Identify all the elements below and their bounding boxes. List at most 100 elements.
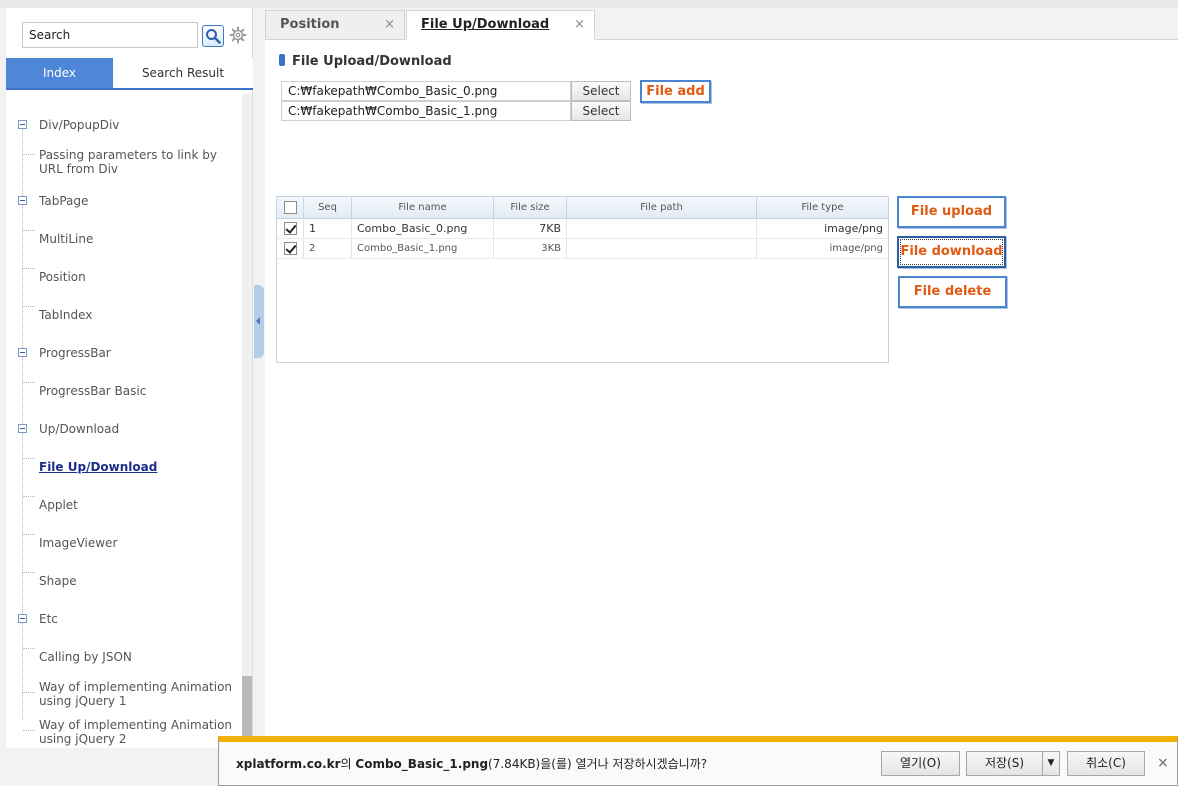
tab-search-result[interactable]: Search Result [113,58,253,88]
tree-connector [23,572,35,573]
close-icon[interactable]: × [1157,755,1169,771]
main-panel: Position × File Up/Download × File Uploa… [265,8,1178,748]
collapse-icon[interactable] [18,120,27,129]
cell-seq: 1 [304,219,352,239]
tree-item-calling-by-json[interactable]: Calling by JSON [39,650,234,664]
search-button[interactable] [202,25,224,47]
cell-file-name: Combo_Basic_1.png [352,239,494,259]
window-top-strip [0,0,1178,8]
tree-item-position[interactable]: Position [39,270,234,284]
select-all-checkbox[interactable] [284,201,297,214]
file-delete-button[interactable]: File delete [898,276,1007,308]
sidebar-scrollbar[interactable] [242,94,252,746]
collapse-icon[interactable] [18,614,27,623]
file-grid: Seq File name File size File path File t… [276,196,889,363]
row-checkbox[interactable] [284,242,297,255]
tree-folder-etc[interactable]: Etc [39,612,234,626]
download-site: xplatform.co.kr [236,757,341,771]
tree-connector [23,496,35,497]
title-bullet-icon [279,54,285,66]
select-file-button[interactable]: Select [571,81,631,101]
download-particle: 의 [340,757,356,771]
cell-file-name: Combo_Basic_0.png [352,219,494,239]
grid-header-file-type: File type [757,197,888,219]
tree-connector [23,692,35,693]
download-question: (7.84KB)을(를) 열거나 저장하시겠습니까? [488,757,708,771]
tree-folder-progressbar[interactable]: ProgressBar [39,346,234,360]
file-download-button[interactable]: File download [897,236,1006,268]
select-file-button[interactable]: Select [571,101,631,121]
table-row [277,219,304,239]
tree-connector [23,230,35,231]
cell-file-path [567,239,757,259]
tree-connector [23,382,35,383]
tab-file-up-download[interactable]: File Up/Download × [406,10,595,40]
open-button[interactable]: 열기(O) [881,751,960,776]
tree-item-imageviewer[interactable]: ImageViewer [39,536,234,550]
grid-header-check [277,197,304,219]
tab-index[interactable]: Index [6,58,113,88]
cell-file-type: image/png [757,239,888,259]
tree-item-multiline[interactable]: MultiLine [39,232,234,246]
table-row [277,239,304,259]
tree-folder-tabpage[interactable]: TabPage [39,194,234,208]
cell-file-path [567,219,757,239]
tree-item-shape[interactable]: Shape [39,574,234,588]
tree-connector [23,154,35,155]
grid-header-file-path: File path [567,197,757,219]
tree-connector [22,120,23,720]
close-icon[interactable]: × [384,11,395,39]
tree-folder-up-download[interactable]: Up/Download [39,422,234,436]
tree-connector [23,268,35,269]
file-upload-button[interactable]: File upload [897,196,1006,228]
tree-item-passing-parameters[interactable]: Passing parameters to link by URL from D… [39,148,234,176]
save-options-dropdown[interactable]: ▼ [1042,751,1060,776]
cell-seq: 2 [304,239,352,259]
collapse-icon[interactable] [18,424,27,433]
tree-item-progressbar-basic[interactable]: ProgressBar Basic [39,384,234,398]
close-icon[interactable]: × [574,11,585,39]
save-button[interactable]: 저장(S) [966,751,1043,776]
download-message: xplatform.co.kr의 Combo_Basic_1.png(7.84K… [236,755,707,772]
page-title: File Upload/Download [279,54,452,69]
grid-header-file-name: File name [352,197,494,219]
tree-connector [23,458,35,459]
download-notification-bar: xplatform.co.kr의 Combo_Basic_1.png(7.84K… [218,736,1178,786]
file-path-field[interactable]: C:₩fakepath₩Combo_Basic_0.png [281,81,571,101]
search-icon [206,29,221,44]
cell-file-size: 7KB [494,219,567,239]
tree-item-animation-jquery-1[interactable]: Way of implementing Animation using jQue… [39,680,234,708]
main-tabbar: Position × File Up/Download × [265,8,1178,40]
download-file-name: Combo_Basic_1.png [355,757,489,771]
cancel-button[interactable]: 취소(C) [1067,751,1145,776]
grid-header-seq: Seq [304,197,352,219]
cell-file-type: image/png [757,219,888,239]
tab-label: Position [280,17,340,32]
page-title-text: File Upload/Download [292,54,452,69]
grid-header-file-size: File size [494,197,567,219]
file-add-button[interactable]: File add [640,80,711,103]
gear-icon [229,26,247,44]
tree-folder-div-popupdiv[interactable]: Div/PopupDiv [39,118,234,132]
sidebar-tabs: Index Search Result [6,58,253,90]
sidebar-collapse-handle[interactable] [254,285,264,358]
collapse-icon[interactable] [18,348,27,357]
index-tree: Div/PopupDiv Passing parameters to link … [6,94,240,746]
tree-item-tabindex[interactable]: TabIndex [39,308,234,322]
tree-connector [23,648,35,649]
sidebar: Index Search Result Div/PopupDiv Passing… [6,8,253,748]
search-input[interactable] [22,22,198,48]
settings-button[interactable] [229,26,247,44]
cell-file-size: 3KB [494,239,567,259]
tree-connector [23,534,35,535]
row-checkbox[interactable] [284,222,297,235]
tree-connector [23,730,35,731]
file-path-field[interactable]: C:₩fakepath₩Combo_Basic_1.png [281,101,571,121]
tab-label: File Up/Download [421,17,550,32]
tree-item-applet[interactable]: Applet [39,498,234,512]
tree-item-file-up-download[interactable]: File Up/Download [39,460,234,474]
tab-position[interactable]: Position × [265,10,405,40]
collapse-icon[interactable] [18,196,27,205]
tree-item-animation-jquery-2[interactable]: Way of implementing Animation using jQue… [39,718,234,746]
tree-connector [23,306,35,307]
